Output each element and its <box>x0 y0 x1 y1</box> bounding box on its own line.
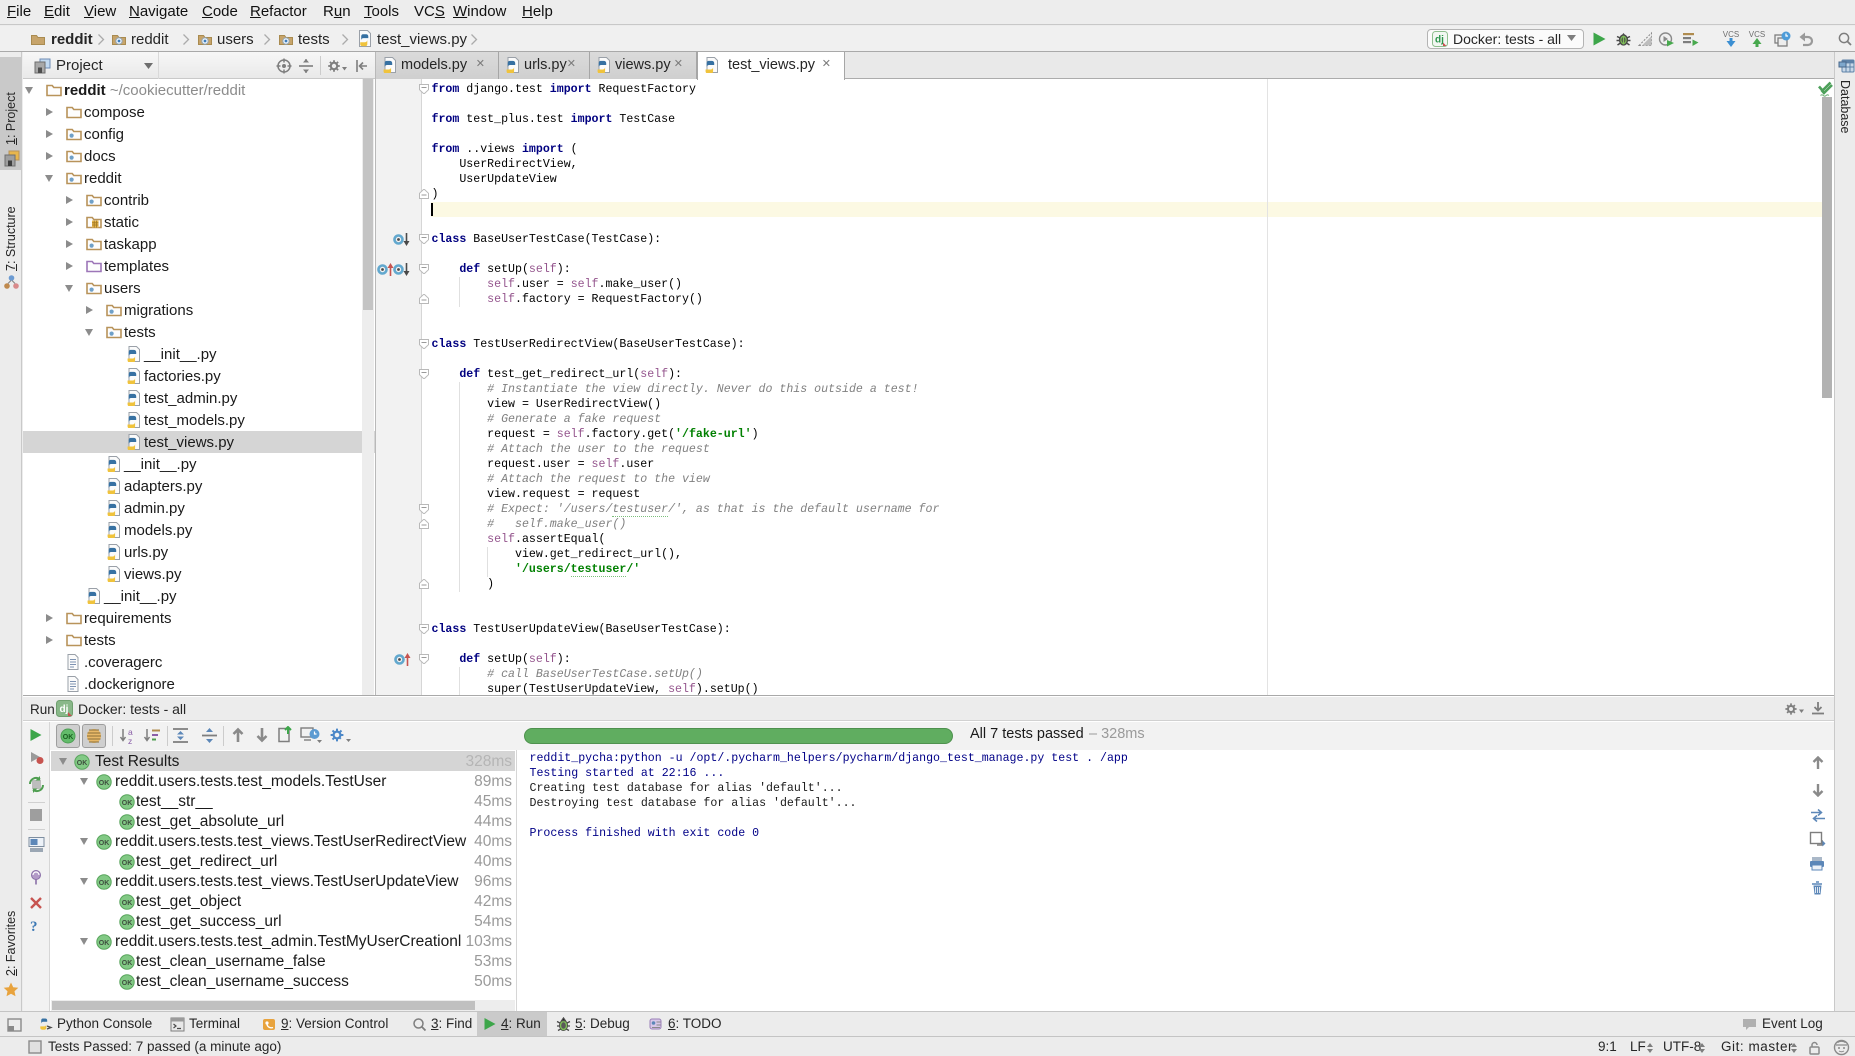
svg-text:VCS: VCS <box>1749 30 1765 39</box>
svg-text:z: z <box>128 736 132 745</box>
svg-text:OK: OK <box>99 780 110 787</box>
svg-text:OK: OK <box>122 900 133 907</box>
svg-text:OK: OK <box>99 940 110 947</box>
svg-text:OK: OK <box>99 840 110 847</box>
svg-text:dj: dj <box>60 704 69 715</box>
svg-text:OK: OK <box>63 734 74 741</box>
svg-text:dj: dj <box>1435 35 1444 46</box>
svg-text:OK: OK <box>122 800 133 807</box>
svg-text:VCS: VCS <box>1723 30 1739 39</box>
svg-text:OK: OK <box>122 860 133 867</box>
svg-text:OK: OK <box>122 960 133 967</box>
svg-text:OK: OK <box>77 760 88 767</box>
svg-text:OK: OK <box>122 820 133 827</box>
svg-text:OK: OK <box>99 880 110 887</box>
svg-text:OK: OK <box>122 920 133 927</box>
svg-text:OK: OK <box>122 980 133 987</box>
